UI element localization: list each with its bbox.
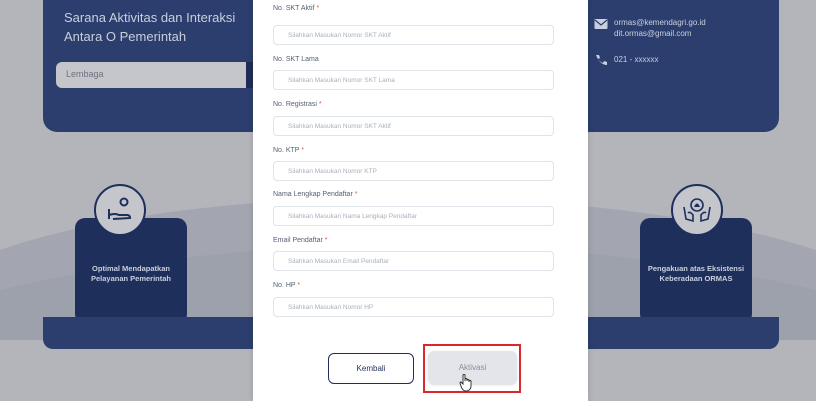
back-button[interactable]: Kembali — [328, 353, 414, 384]
field-label-skt-aktif: No. SKT Aktif * — [273, 5, 320, 12]
hands-bell-icon — [671, 184, 723, 236]
feature-card-right-text: Pengakuan atas Eksistensi Keberadaan ORM… — [647, 264, 745, 283]
field-label-registrasi: No. Registrasi * — [273, 101, 322, 108]
service-hand-icon — [94, 184, 146, 236]
phone-icon — [596, 55, 607, 65]
field-label-email: Email Pendaftar * — [273, 237, 328, 244]
skt-aktif-input[interactable]: Silahkan Masukan Nomor SKT Aktif — [273, 25, 554, 45]
search-box[interactable]: Lembaga — [56, 62, 260, 88]
skt-lama-input[interactable]: Silahkan Masukan Nomor SKT Lama — [273, 70, 554, 90]
search-placeholder: Lembaga — [66, 69, 104, 79]
field-label-skt-lama: No. SKT Lama — [273, 56, 319, 63]
hero-title: Sarana Aktivitas dan Interaksi Antara O … — [64, 10, 236, 44]
field-label-hp: No. HP * — [273, 282, 301, 289]
mail-icon — [594, 19, 608, 29]
field-label-ktp: No. KTP * — [273, 147, 305, 154]
registrasi-input[interactable]: Silahkan Masukan Nomor SKT Aktif — [273, 116, 554, 136]
activation-modal: No. SKT Aktif * Silahkan Masukan Nomor S… — [253, 0, 588, 401]
feature-card-left: Optimal Mendapatkan Pelayanan Pemerintah — [75, 218, 187, 324]
nama-pendaftar-input[interactable]: Silahkan Masukan Nama Lengkap Pendaftar — [273, 206, 554, 226]
field-label-nama: Nama Lengkap Pendaftar * — [273, 191, 358, 198]
no-hp-input[interactable]: Silahkan Masukan Nomor HP — [273, 297, 554, 317]
phone-text: 021 - xxxxxx — [614, 55, 659, 64]
email-pendaftar-input[interactable]: Silahkan Masukan Email Pendaftar — [273, 251, 554, 271]
ktp-input[interactable]: Silahkan Masukan Nomor KTP — [273, 161, 554, 181]
email-text-2: dit.ormas@gmail.com — [614, 29, 692, 38]
feature-card-left-text: Optimal Mendapatkan Pelayanan Pemerintah — [90, 264, 172, 283]
email-text-1: ormas@kemendagri.go.id — [614, 18, 706, 27]
hand-cursor-icon — [459, 374, 472, 392]
